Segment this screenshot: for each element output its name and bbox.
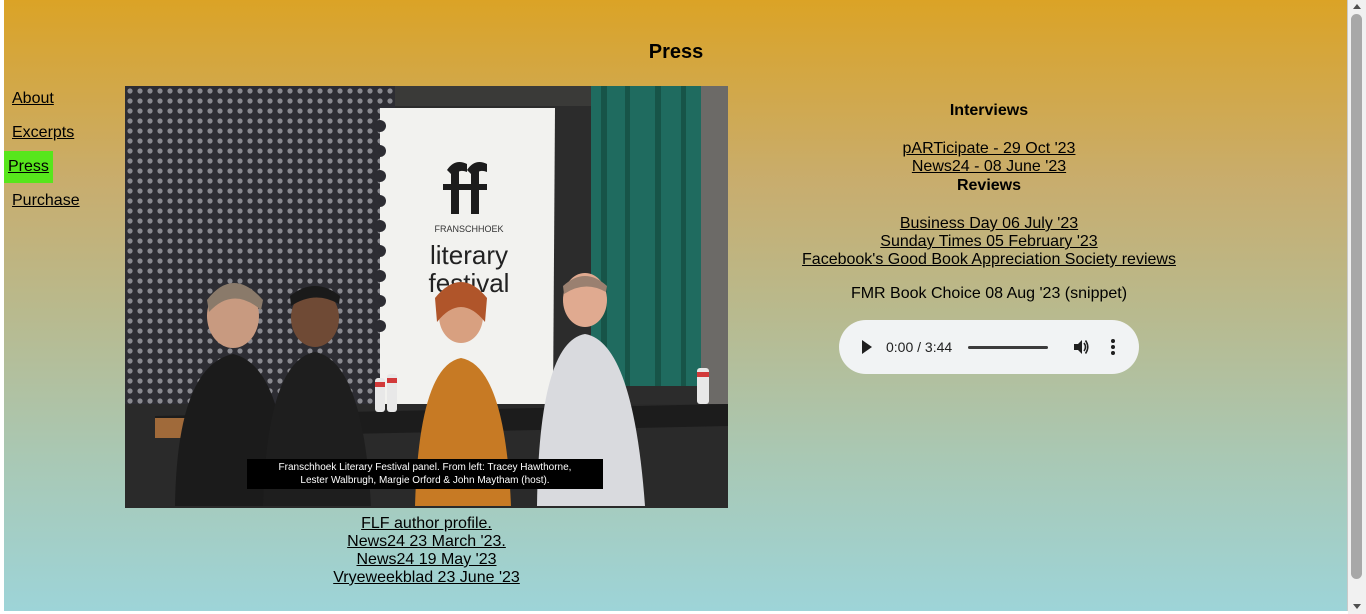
page-scrollbar[interactable] bbox=[1348, 0, 1366, 614]
scroll-down-arrow-icon[interactable] bbox=[1353, 604, 1361, 609]
scrollbar-thumb[interactable] bbox=[1351, 14, 1362, 579]
audio-player[interactable]: 0:00 / 3:44 bbox=[839, 320, 1139, 374]
page-background: Press About Excerpts Press Purchase FRAN… bbox=[4, 0, 1348, 611]
link-news24-interview[interactable]: News24 - 08 June '23 bbox=[789, 158, 1189, 176]
nav-excerpts[interactable]: Excerpts bbox=[12, 124, 74, 142]
audio-label: FMR Book Choice 08 Aug '23 (snippet) bbox=[850, 285, 1128, 302]
link-facebook-reviews[interactable]: Facebook's Good Book Appreciation Societ… bbox=[789, 251, 1189, 269]
banner-small-text: FRANSCHHOEK bbox=[434, 224, 503, 234]
scroll-up-arrow-icon[interactable] bbox=[1353, 4, 1361, 9]
nav-about[interactable]: About bbox=[12, 90, 54, 108]
press-links: FLF author profile. News24 23 March '23.… bbox=[125, 515, 728, 587]
nav-purchase[interactable]: Purchase bbox=[12, 192, 80, 210]
play-icon[interactable] bbox=[861, 340, 873, 359]
festival-photo-illustration: FRANSCHHOEK literary festival bbox=[125, 86, 728, 508]
caption-line-1: Franschhoek Literary Festival panel. Fro… bbox=[278, 462, 572, 473]
media-column: Interviews pARTicipate - 29 Oct '23 News… bbox=[789, 101, 1189, 374]
festival-photo: FRANSCHHOEK literary festival Franschhoe… bbox=[125, 86, 728, 508]
audio-time: 0:00 / 3:44 bbox=[886, 339, 953, 355]
photo-caption: Franschhoek Literary Festival panel. Fro… bbox=[247, 459, 603, 489]
audio-seek-bar[interactable] bbox=[968, 346, 1048, 349]
page-title: Press bbox=[648, 41, 704, 63]
reviews-heading: Reviews bbox=[956, 177, 1022, 194]
banner-line1-text: literary bbox=[430, 240, 508, 270]
link-news24-march[interactable]: News24 23 March '23. bbox=[125, 533, 728, 551]
nav-press[interactable]: Press bbox=[4, 151, 53, 183]
caption-line-2: Lester Walbrugh, Margie Orford & John Ma… bbox=[300, 475, 550, 486]
link-flf-author-profile[interactable]: FLF author profile. bbox=[125, 515, 728, 533]
link-sunday-times[interactable]: Sunday Times 05 February '23 bbox=[789, 233, 1189, 251]
link-business-day[interactable]: Business Day 06 July '23 bbox=[789, 215, 1189, 233]
reviews-links: Business Day 06 July '23 Sunday Times 05… bbox=[789, 215, 1189, 269]
link-vryeweekblad[interactable]: Vryeweekblad 23 June '23 bbox=[125, 569, 728, 587]
more-vert-icon[interactable] bbox=[1110, 338, 1116, 361]
volume-icon[interactable] bbox=[1072, 338, 1090, 361]
interviews-heading: Interviews bbox=[949, 102, 1029, 119]
link-participate[interactable]: pARTicipate - 29 Oct '23 bbox=[789, 140, 1189, 158]
interviews-links: pARTicipate - 29 Oct '23 News24 - 08 Jun… bbox=[789, 140, 1189, 176]
link-news24-may[interactable]: News24 19 May '23 bbox=[125, 551, 728, 569]
